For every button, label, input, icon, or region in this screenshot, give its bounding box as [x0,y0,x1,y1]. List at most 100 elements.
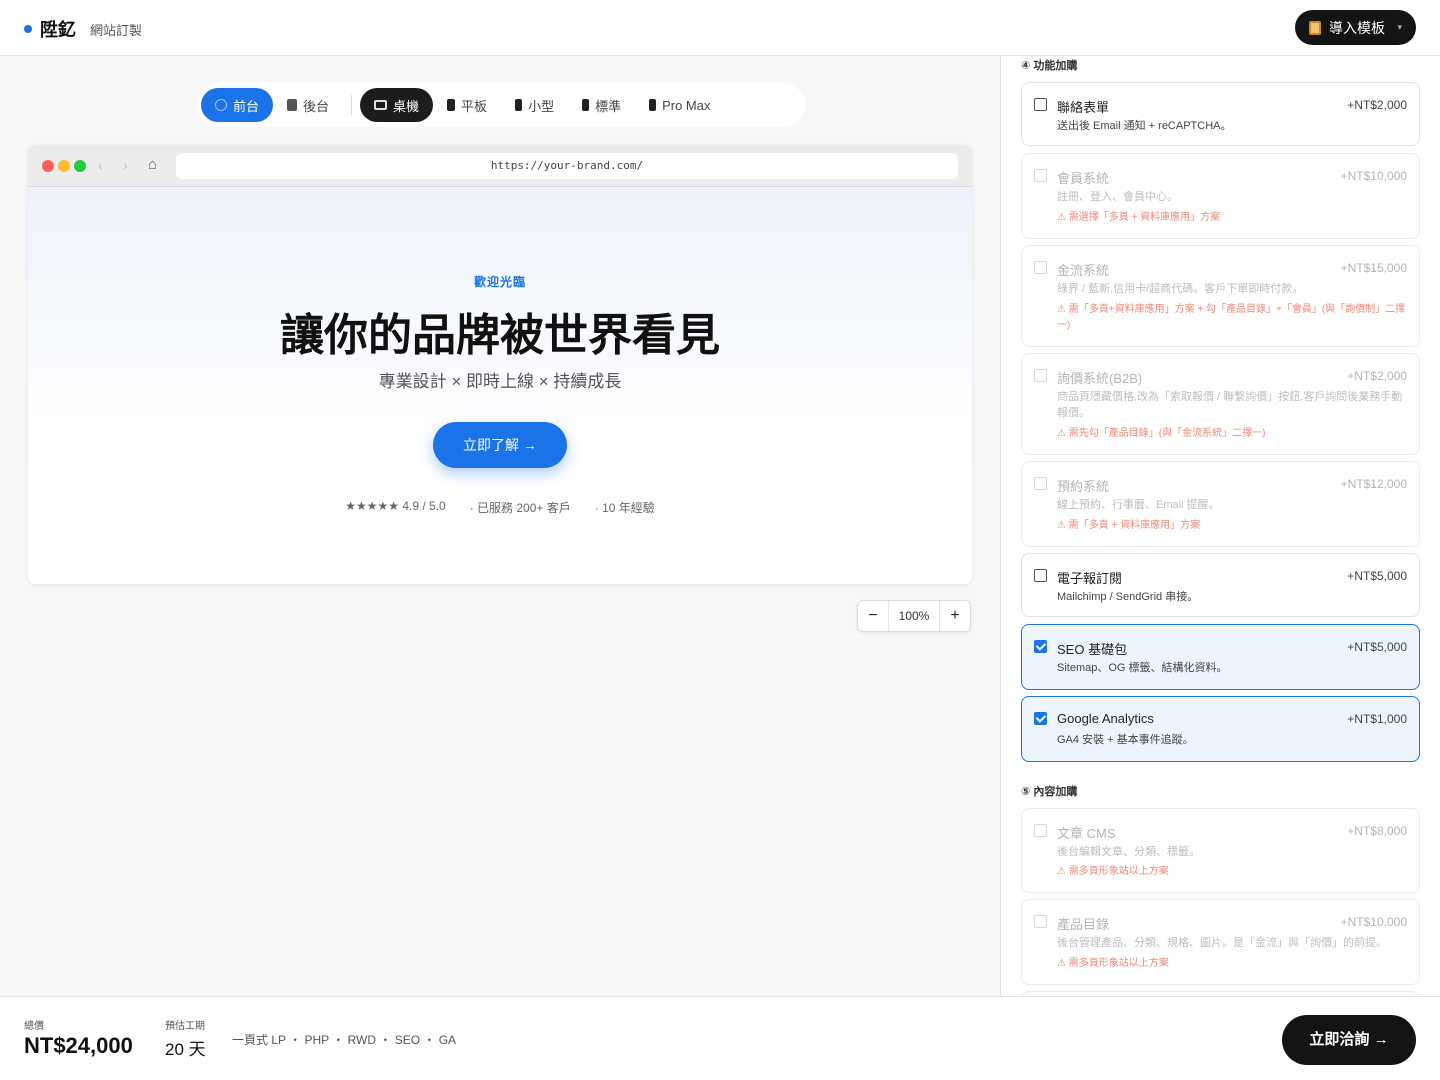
addon-warning: ⚠ 需「多頁+資料庫應用」方案 + 勾「產品目錄」+「會員」(與「詢價制」二擇一… [1057,304,1406,331]
addon-checkbox[interactable] [1034,569,1047,582]
addon-card-seo[interactable]: SEO 基礎包 +NT$5,000 Sitemap、OG 標籤、結構化資料。 [1021,624,1420,690]
addon-desc: 線上預約、行事曆、Email 提醒。 [1057,499,1220,511]
addon-price: +NT$5,000 [1347,569,1407,583]
device-small-label: 小型 [528,98,555,114]
home-icon[interactable]: ⌂ [148,156,157,173]
addon-price: +NT$5,000 [1347,640,1407,654]
device-tablet[interactable]: 平板 [433,88,501,122]
zoom-out-button[interactable]: − [858,607,888,625]
inquire-button[interactable]: 立即洽詢 → [1282,1015,1416,1065]
url-bar[interactable]: https://your-brand.com/ [176,153,958,179]
duration-label: 預估工期 [165,1021,205,1032]
zoom-control: − 100% + [857,600,971,632]
addon-desc: Mailchimp / SendGrid 串接。 [1057,591,1199,603]
addon-card-contact-form[interactable]: 聯絡表單 +NT$2,000 送出後 Email 通知 + reCAPTCHA。 [1021,82,1420,146]
selection-tags: 一頁式 LP ・ PHP ・ RWD ・ SEO ・ GA [232,1033,457,1047]
browser-preview: ‹ › ⌂ https://your-brand.com/ 歡迎光臨 讓你的品牌… [28,145,972,584]
brand-subtitle: 網站訂製 [90,22,143,38]
device-tablet-label: 平板 [461,98,488,114]
brand-name: 陞釔 [40,20,76,40]
addon-checkbox-checked[interactable] [1034,712,1047,725]
tab-backend[interactable]: 後台 [273,88,343,122]
addon-card-payment: 金流系統 +NT$15,000 綠界 / 藍新,信用卡/超商代碼。客戶下單即時付… [1021,245,1420,347]
total-label: 總價 [24,1021,44,1032]
tablet-icon [447,99,456,111]
addon-title: 會員系統 [1057,171,1110,186]
device-desktop-label: 桌機 [393,98,420,114]
options-panel[interactable]: ④ 功能加購 聯絡表單 +NT$2,000 送出後 Email 通知 + reC… [1001,56,1440,996]
section-title-content: ⑤ 內容加購 [1021,786,1078,798]
view-switcher: 前台 後台 桌機 平板 小型 標準 Pro Max [197,83,805,127]
addon-card-analytics[interactable]: Google Analytics +NT$1,000 GA4 安裝 + 基本事件… [1021,696,1420,762]
addon-checkbox[interactable] [1034,98,1047,111]
addon-warning: ⚠ 需多頁形象站以上方案 [1057,958,1169,969]
addon-price: +NT$10,000 [1340,915,1407,929]
addon-title: 聯絡表單 [1057,100,1110,115]
addon-price: +NT$2,000 [1347,369,1407,383]
addon-checkbox [1034,824,1047,837]
chevron-down-icon: ▾ [1397,22,1402,32]
addon-desc: 綠界 / 藍新,信用卡/超商代碼。客戶下單即時付款。 [1057,283,1304,295]
tab-frontend-label: 前台 [233,98,260,114]
globe-icon [215,99,227,111]
addon-price: +NT$10,000 [1340,169,1407,183]
addon-desc: Sitemap、OG 標籤、結構化資料。 [1057,662,1228,674]
device-small[interactable]: 小型 [501,88,568,122]
database-icon [287,99,298,111]
forward-icon[interactable]: › [123,157,128,173]
duration-value: 20 天 [165,1040,206,1059]
stat-years: · 10 年經驗 [594,501,655,515]
addon-title: 預約系統 [1057,479,1110,494]
zoom-in-button[interactable]: + [940,607,970,625]
phone-icon [515,99,523,111]
addon-card-booking: 預約系統 +NT$12,000 線上預約、行事曆、Email 提醒。 ⚠ 需「多… [1021,461,1420,547]
import-template-button[interactable]: 導入模板 ▾ [1295,10,1416,45]
addon-price: +NT$12,000 [1340,477,1407,491]
hero-subtitle: 專業設計 × 即時上線 × 持續成長 [378,372,622,391]
addon-title: 電子報訂閱 [1057,571,1123,586]
device-standard[interactable]: 標準 [568,88,635,122]
tab-divider [351,95,353,115]
addon-desc: 送出後 Email 通知 + reCAPTCHA。 [1057,120,1232,132]
maximize-dot-icon [74,160,86,172]
hero-title: 讓你的品牌被世界看見 [280,311,720,360]
hero-kicker: 歡迎光臨 [473,275,526,289]
import-template-label: 導入模板 [1329,19,1385,36]
addon-title: Google Analytics [1057,711,1154,726]
browser-chrome: ‹ › ⌂ https://your-brand.com/ [28,145,972,187]
phone-icon [649,99,657,111]
addon-checkbox-checked[interactable] [1034,640,1047,653]
addon-desc: GA4 安裝 + 基本事件追蹤。 [1057,734,1194,746]
device-desktop[interactable]: 桌機 [360,88,434,122]
total-price: NT$24,000 [24,1033,133,1058]
tab-backend-label: 後台 [303,98,330,114]
addon-title: 詢價系統(B2B) [1057,371,1143,386]
addon-price: +NT$2,000 [1347,98,1407,112]
addon-checkbox [1034,369,1047,382]
monitor-icon [374,100,388,110]
preview-area: 前台 後台 桌機 平板 小型 標準 Pro Max ‹ › ⌂ https://… [0,56,1000,996]
addon-card-newsletter[interactable]: 電子報訂閱 +NT$5,000 Mailchimp / SendGrid 串接。 [1021,553,1420,617]
addon-card-quote: 詢價系統(B2B) +NT$2,000 商品頁隱藏價格,改為「索取報價 / 聯繫… [1021,353,1420,455]
clipboard-icon [1309,20,1321,35]
tab-frontend[interactable]: 前台 [201,88,274,122]
addon-checkbox [1034,261,1047,274]
hero-stats: ★★★★★ 4.9 / 5.0 · 已服務 200+ 客戶 · 10 年經驗 [28,499,972,516]
stat-rating: ★★★★★ 4.9 / 5.0 [345,499,446,513]
device-standard-label: 標準 [595,98,622,114]
hero-cta-button[interactable]: 立即了解 → [433,422,567,468]
addon-desc: 後台管理產品、分類、規格、圖片。是「金流」與「詢價」的前提。 [1057,937,1387,949]
brand-dot-icon [24,25,32,33]
addon-title: SEO 基礎包 [1057,642,1128,657]
addon-checkbox [1034,169,1047,182]
addon-price: +NT$15,000 [1340,261,1407,275]
addon-warning: ⚠ 需先勾「產品目錄」(與「金流系統」二擇一) [1057,428,1266,439]
addon-warning: ⚠ 需多頁形象站以上方案 [1057,866,1169,877]
close-dot-icon [42,160,54,172]
device-promax-label: Pro Max [662,97,711,113]
addon-card-catalog: 產品目錄 +NT$10,000 後台管理產品、分類、規格、圖片。是「金流」與「詢… [1021,899,1420,985]
summary-footer: 總價 NT$24,000 預估工期 20 天 一頁式 LP ・ PHP ・ RW… [0,996,1440,1080]
back-icon[interactable]: ‹ [98,157,103,173]
brand[interactable]: 陞釔 網站訂製 [24,16,142,42]
device-promax[interactable]: Pro Max [635,88,724,122]
